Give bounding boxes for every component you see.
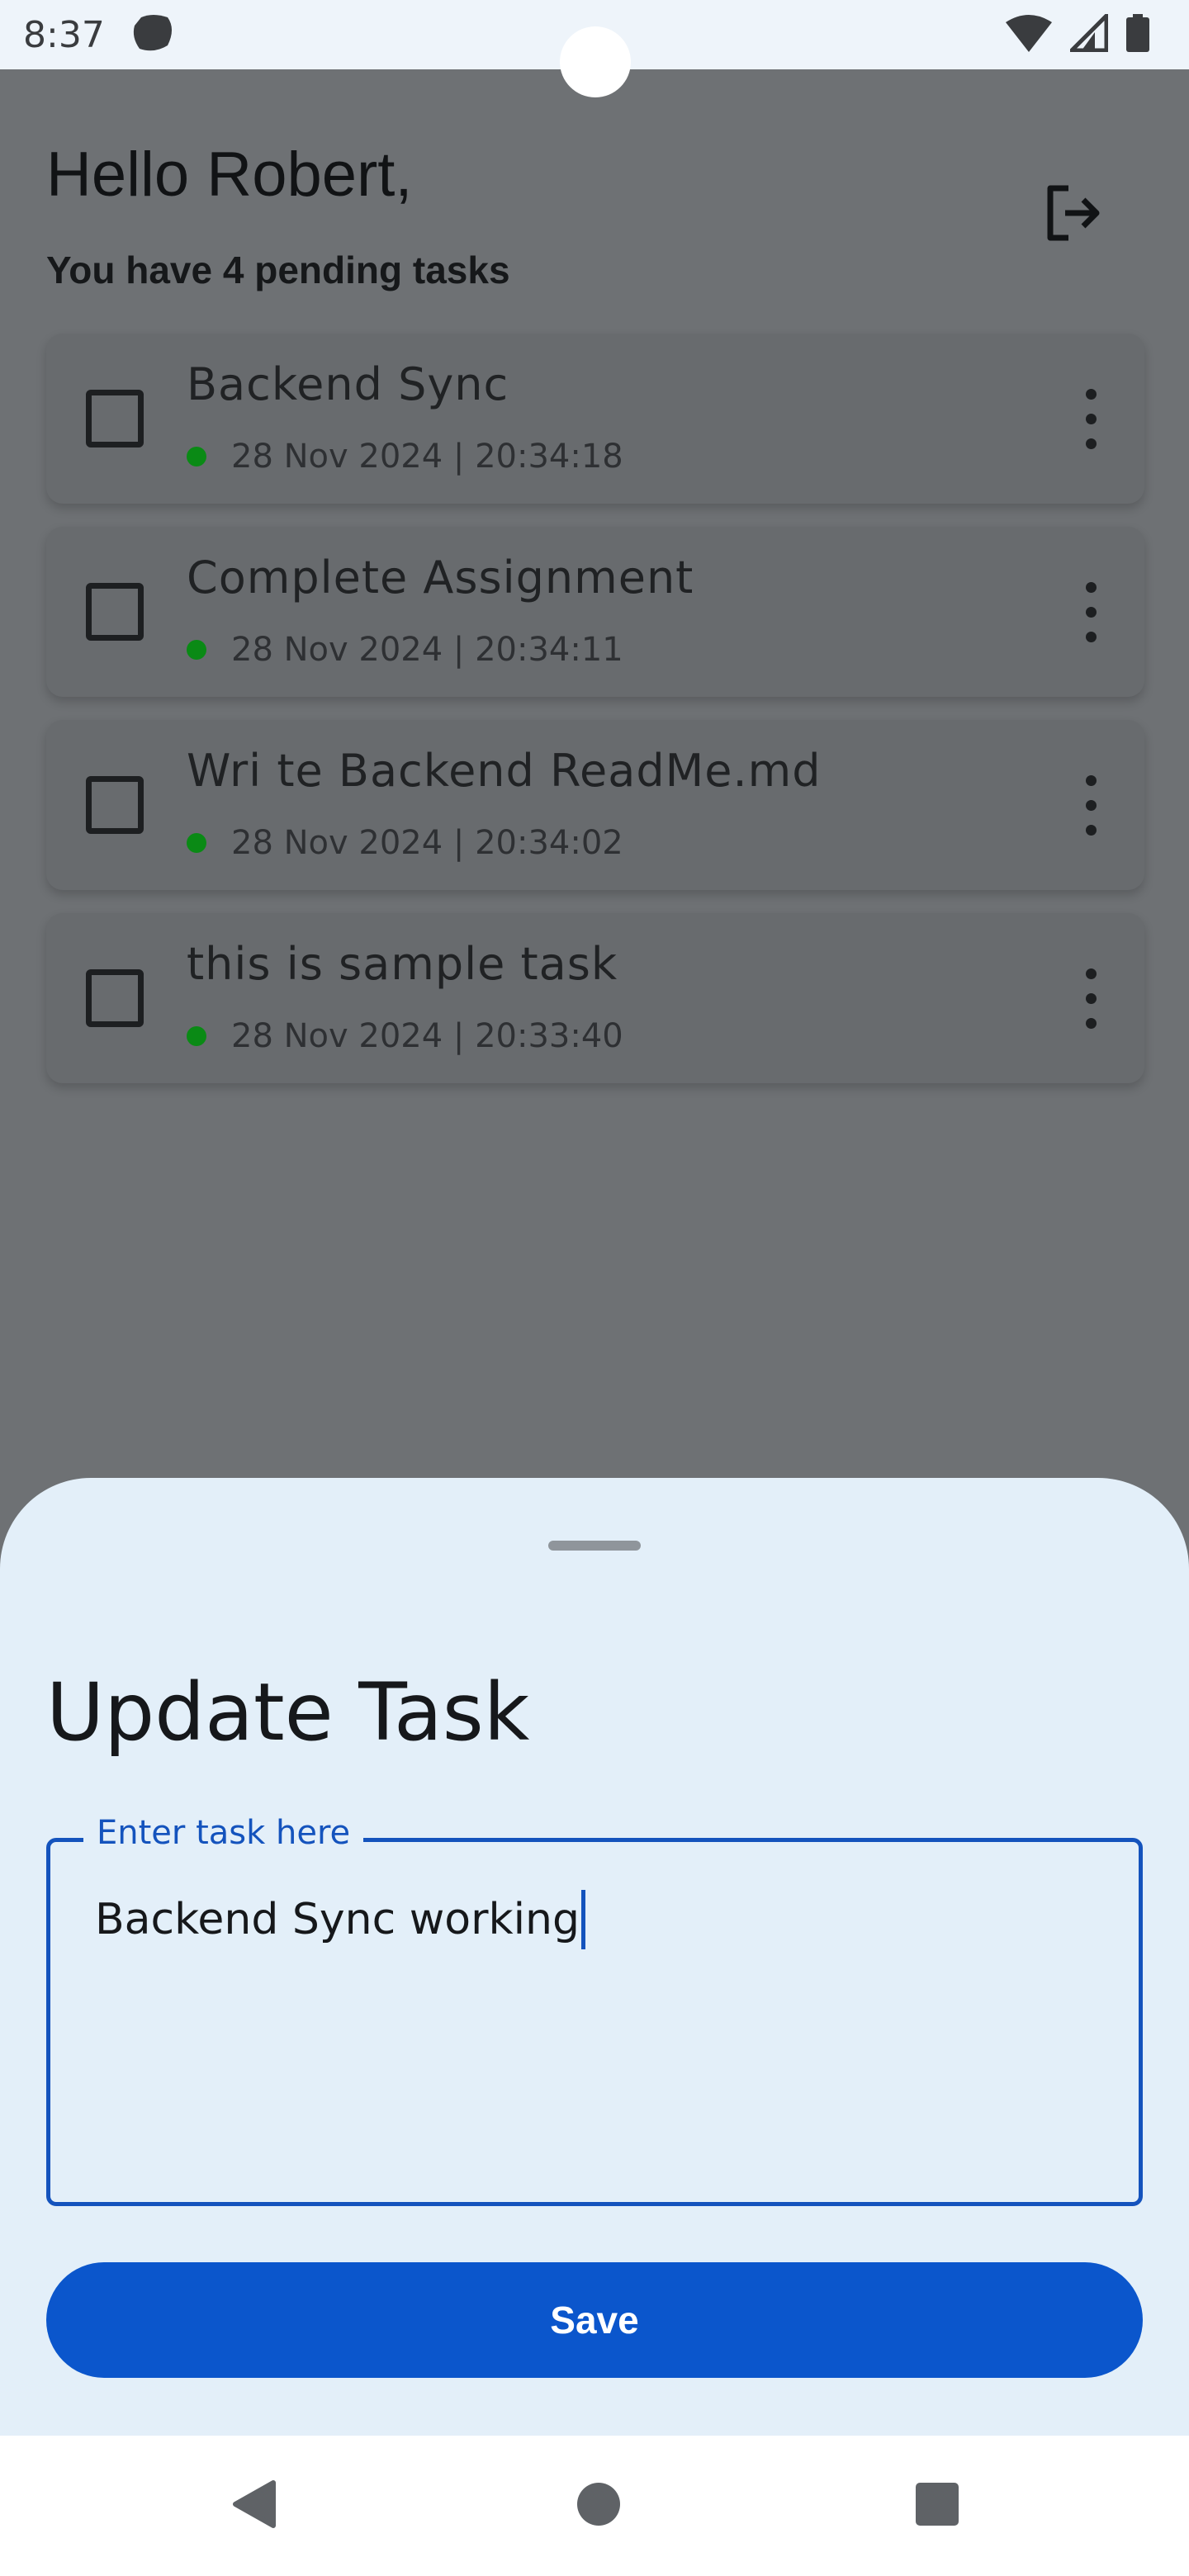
task-title: Complete Assignment <box>187 552 694 604</box>
back-button[interactable] <box>216 2469 291 2543</box>
text-cursor <box>580 1890 585 1949</box>
task-checkbox[interactable] <box>86 390 144 447</box>
save-button[interactable]: Save <box>46 2262 1143 2378</box>
more-options-icon[interactable] <box>1070 961 1111 1035</box>
task-meta: 28 Nov 2024 | 20:34:02 <box>187 824 623 862</box>
task-card[interactable]: Backend Sync 28 Nov 2024 | 20:34:18 <box>46 334 1144 504</box>
signal-icon <box>1066 10 1109 56</box>
status-time: 8:37 <box>23 13 105 56</box>
task-input[interactable]: Enter task here Backend Sync working <box>46 1814 1143 2206</box>
task-title: this is sample task <box>187 938 618 990</box>
drag-handle[interactable] <box>548 1541 641 1551</box>
home-button[interactable] <box>561 2469 636 2543</box>
task-timestamp: 28 Nov 2024 | 20:34:18 <box>231 438 623 476</box>
task-checkbox[interactable] <box>86 969 144 1027</box>
task-checkbox[interactable] <box>86 583 144 641</box>
notification-icon <box>130 12 176 58</box>
task-title: Backend Sync <box>187 358 509 410</box>
recents-square-icon <box>914 2481 960 2531</box>
pending-tasks-text: You have 4 pending tasks <box>46 249 510 291</box>
wifi-icon <box>1006 14 1052 56</box>
task-meta: 28 Nov 2024 | 20:34:11 <box>187 631 623 669</box>
more-options-icon[interactable] <box>1070 575 1111 649</box>
task-timestamp: 28 Nov 2024 | 20:34:02 <box>231 824 623 862</box>
battery-icon <box>1126 13 1149 56</box>
task-input-label: Enter task here <box>83 1814 364 1852</box>
task-card[interactable]: this is sample task 28 Nov 2024 | 20:33:… <box>46 913 1144 1083</box>
more-options-icon[interactable] <box>1070 768 1111 842</box>
greeting-title: Hello Robert, <box>46 140 413 210</box>
back-triangle-icon <box>230 2479 277 2533</box>
status-dot <box>187 1026 206 1046</box>
recents-button[interactable] <box>900 2469 974 2543</box>
task-timestamp: 28 Nov 2024 | 20:33:40 <box>231 1017 623 1055</box>
task-meta: 28 Nov 2024 | 20:34:18 <box>187 438 623 476</box>
task-card[interactable]: Complete Assignment 28 Nov 2024 | 20:34:… <box>46 527 1144 697</box>
logout-icon <box>1044 183 1103 247</box>
task-card[interactable]: Wri te Backend ReadMe.md 28 Nov 2024 | 2… <box>46 720 1144 890</box>
status-dot <box>187 640 206 660</box>
status-dot <box>187 833 206 853</box>
task-input-value-row: Backend Sync working <box>95 1890 585 1949</box>
home-circle-icon <box>576 2481 622 2531</box>
status-dot <box>187 447 206 466</box>
logout-button[interactable] <box>1024 165 1123 264</box>
task-list: Backend Sync 28 Nov 2024 | 20:34:18 Comp… <box>46 334 1144 1106</box>
update-task-sheet: Update Task Enter task here Backend Sync… <box>0 1478 1189 2436</box>
task-meta: 28 Nov 2024 | 20:33:40 <box>187 1017 623 1055</box>
navigation-bar <box>0 2436 1189 2576</box>
more-options-icon[interactable] <box>1070 381 1111 456</box>
camera-cutout <box>560 26 631 97</box>
task-timestamp: 28 Nov 2024 | 20:34:11 <box>231 631 623 669</box>
task-title: Wri te Backend ReadMe.md <box>187 745 822 797</box>
task-checkbox[interactable] <box>86 776 144 834</box>
task-input-value: Backend Sync working <box>95 1895 580 1944</box>
sheet-title: Update Task <box>46 1666 530 1759</box>
